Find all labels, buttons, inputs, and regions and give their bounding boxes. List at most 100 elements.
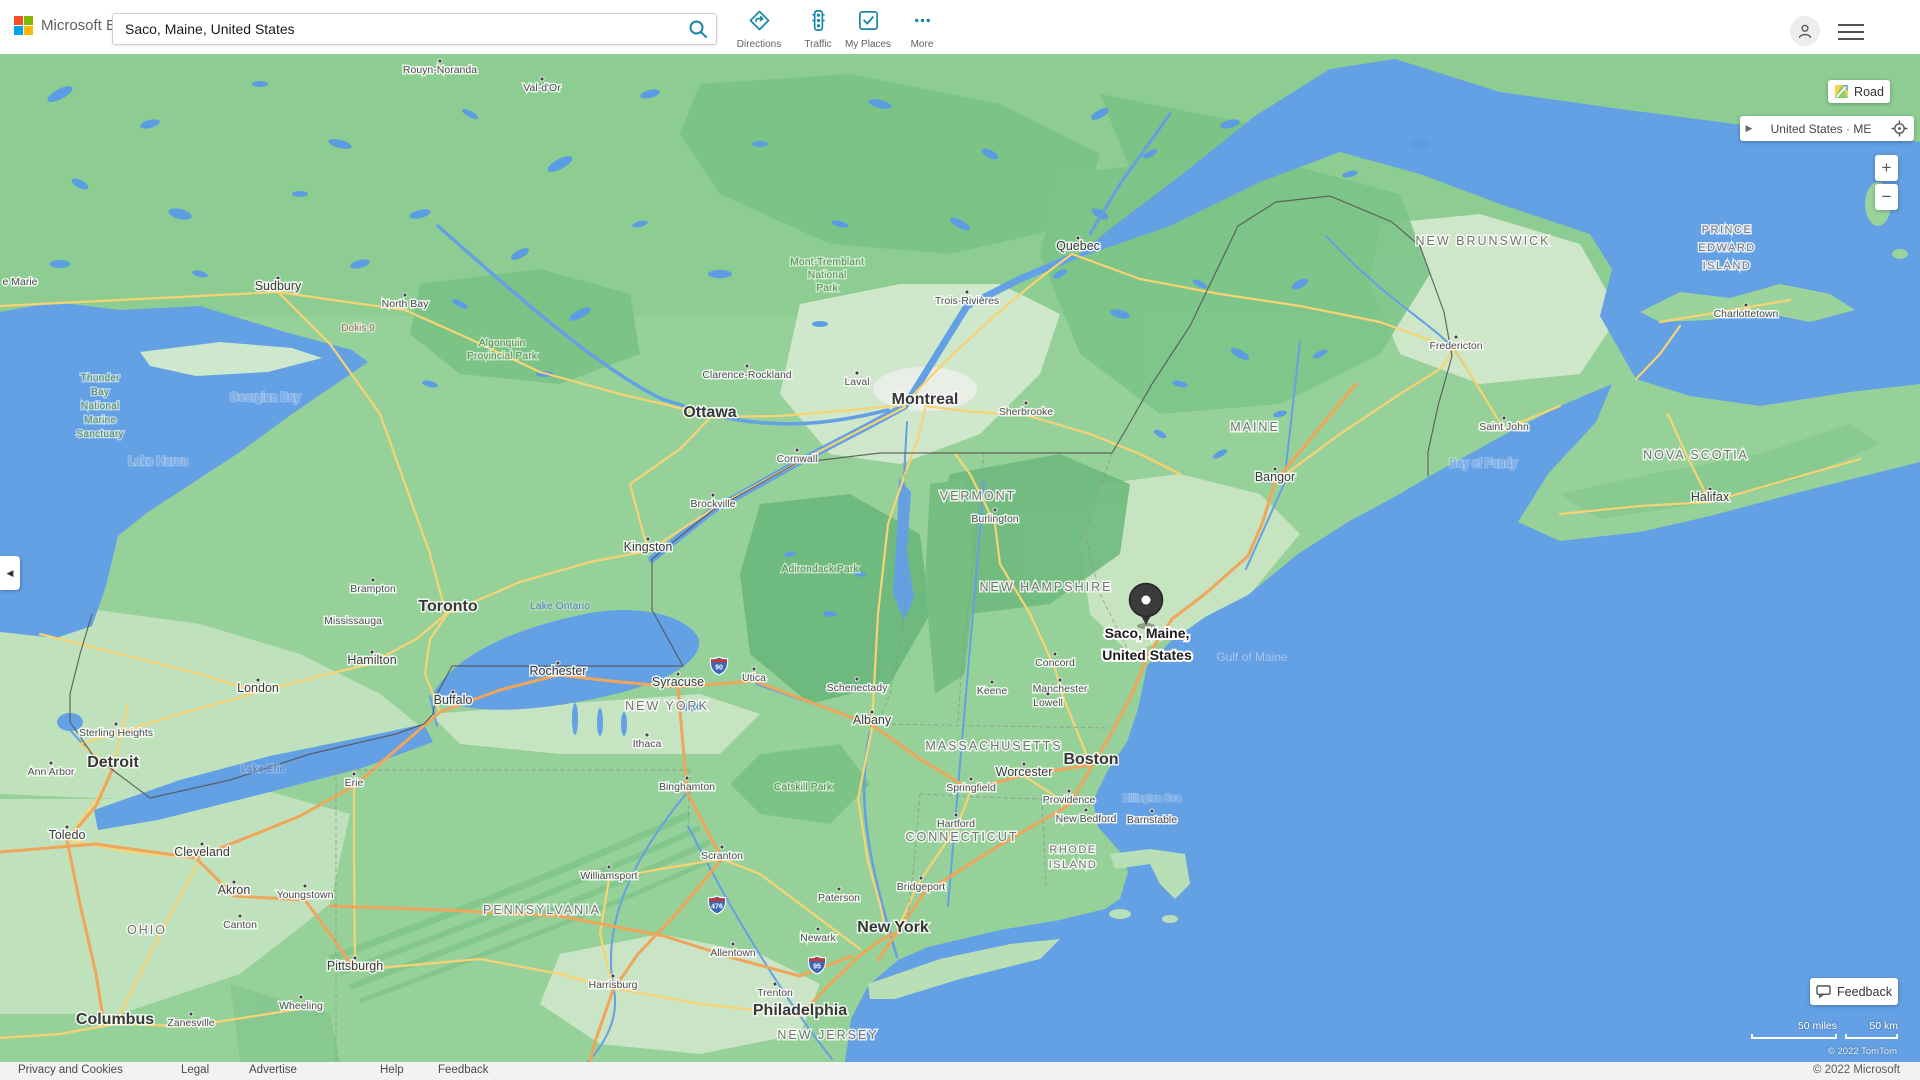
map-canvas[interactable]: 9095476 e MarieRouyn-NorandaVal-d'OrSudb… xyxy=(0,54,1920,1062)
footer-link-advertise[interactable]: Advertise xyxy=(249,1064,297,1076)
city-dot xyxy=(919,876,923,880)
breadcrumb: ▶ United States · ME xyxy=(1740,116,1914,141)
map-label: NEW YORK xyxy=(625,699,709,713)
city-dot xyxy=(795,448,799,452)
city-dot xyxy=(438,59,442,63)
svg-text:95: 95 xyxy=(813,964,821,971)
map-label: Mississauga xyxy=(324,615,382,627)
map-label: Val-d'Or xyxy=(523,82,561,94)
map-label: Detroit xyxy=(87,754,139,771)
pin-label-line1: Saco, Maine, xyxy=(1105,625,1190,641)
map-label: RHODE xyxy=(1049,844,1096,856)
map-label: Lake Huron xyxy=(128,456,187,468)
city-dot xyxy=(752,667,756,671)
map-label: Scranton xyxy=(701,850,743,862)
city-dot xyxy=(1744,303,1748,307)
map-label: Buffalo xyxy=(434,693,473,707)
map-label: Ithaca xyxy=(633,738,662,750)
map-label: Algonquin xyxy=(479,337,526,349)
map-graphic: 9095476 e MarieRouyn-NorandaVal-d'OrSudb… xyxy=(0,54,1920,1062)
map-label: Sanctuary xyxy=(76,428,124,440)
map-label: Cornwall xyxy=(777,453,818,465)
map-label: Mont-Tremblant xyxy=(790,256,864,268)
city-dot xyxy=(1067,789,1071,793)
map-label: Adirondack Park xyxy=(781,563,859,575)
map-label: Barnstable xyxy=(1127,814,1177,826)
footer-link-privacy[interactable]: Privacy and Cookies xyxy=(18,1064,123,1076)
map-label: Boston xyxy=(1063,751,1118,768)
locate-icon xyxy=(1891,120,1908,137)
nav-more[interactable]: More xyxy=(890,9,954,50)
map-label: NEW JERSEY xyxy=(777,1028,878,1042)
map-label: Park xyxy=(816,282,838,294)
breadcrumb-label[interactable]: United States · ME xyxy=(1758,122,1884,136)
map-label: CONNECTICUT xyxy=(906,830,1019,844)
city-dot xyxy=(993,508,997,512)
footer-copyright: © 2022 Microsoft xyxy=(1813,1064,1900,1076)
map-label: Worcester xyxy=(996,765,1053,779)
map-label: National xyxy=(81,400,120,412)
map-label: Hamilton xyxy=(347,653,396,667)
nav-directions[interactable]: Directions xyxy=(727,9,791,50)
city-dot xyxy=(954,813,958,817)
person-icon xyxy=(1796,22,1814,40)
city-dot xyxy=(611,974,615,978)
avatar[interactable] xyxy=(1790,16,1820,46)
city-dot xyxy=(969,777,973,781)
footer-link-help[interactable]: Help xyxy=(380,1064,404,1076)
map-label: NOVA SCOTIA xyxy=(1643,448,1749,462)
city-dot xyxy=(1150,809,1154,813)
feedback-label: Feedback xyxy=(1837,985,1892,999)
menu-icon[interactable] xyxy=(1838,24,1864,40)
map-label: Paterson xyxy=(818,892,860,904)
map-label: Canton xyxy=(223,919,257,931)
map-label: Burlington xyxy=(971,513,1018,525)
zoom-in-button[interactable]: + xyxy=(1875,155,1898,181)
city-dot xyxy=(990,680,994,684)
breadcrumb-expand-icon[interactable]: ▶ xyxy=(1740,123,1758,134)
locate-me-button[interactable] xyxy=(1884,120,1914,137)
map-label: Lake Ontario xyxy=(530,600,590,612)
city-dot xyxy=(1084,808,1088,812)
map-label: Bay of Fundy xyxy=(1449,458,1517,470)
city-dot xyxy=(1058,678,1062,682)
panel-collapse-tab[interactable]: ◀ xyxy=(0,556,20,590)
city-dot xyxy=(1502,416,1506,420)
search-icon[interactable] xyxy=(680,14,716,44)
footer-link-feedback[interactable]: Feedback xyxy=(438,1064,489,1076)
map-label: Saint John xyxy=(1479,421,1529,433)
map-label: OHIO xyxy=(127,923,167,937)
map-label: Thunder xyxy=(80,372,120,384)
map-label: Allentown xyxy=(710,947,756,959)
map-label: EDWARD xyxy=(1698,242,1755,254)
city-dot xyxy=(189,1012,193,1016)
feedback-button[interactable]: Feedback xyxy=(1810,978,1898,1005)
city-dot xyxy=(540,77,544,81)
city-dot xyxy=(745,364,749,368)
map-label: Binghamton xyxy=(659,781,715,793)
map-label: PENNSYLVANIA xyxy=(483,903,601,917)
city-dot xyxy=(1046,692,1050,696)
search-box xyxy=(112,13,717,45)
map-label: Wheeling xyxy=(279,1000,323,1012)
footer-link-legal[interactable]: Legal xyxy=(181,1064,209,1076)
map-label: Springfield xyxy=(946,782,996,794)
city-dot xyxy=(238,914,242,918)
map-label: Bridgeport xyxy=(897,881,946,893)
map-label: Philadelphia xyxy=(753,1002,847,1019)
city-dot xyxy=(855,371,859,375)
map-label: MASSACHUSETTS xyxy=(925,739,1062,753)
map-label: Newark xyxy=(800,932,836,944)
map-label: Bay xyxy=(91,386,110,398)
zoom-out-button[interactable]: − xyxy=(1875,184,1898,210)
map-label: ISLAND xyxy=(1703,260,1752,272)
map-style-button[interactable]: Road xyxy=(1828,80,1890,103)
traffic-icon xyxy=(807,9,830,32)
search-input[interactable] xyxy=(113,21,680,37)
chevron-left-icon: ◀ xyxy=(7,568,14,579)
map-label: Sudbury xyxy=(255,279,302,293)
city-dot xyxy=(371,578,375,582)
more-icon xyxy=(911,9,934,32)
city-dot xyxy=(645,733,649,737)
pin-label-line2: United States xyxy=(1102,647,1192,663)
